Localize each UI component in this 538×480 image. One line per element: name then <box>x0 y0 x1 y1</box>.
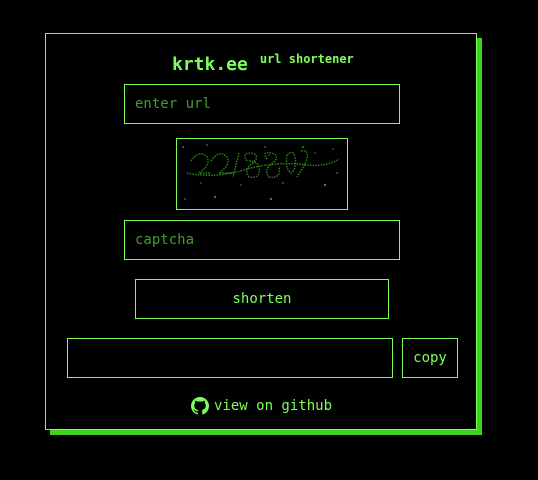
url-input[interactable] <box>124 84 400 124</box>
short-url-result[interactable] <box>67 338 393 378</box>
captcha-input[interactable] <box>124 220 400 260</box>
brand-title: krtk.ee <box>172 54 248 75</box>
brand-tagline: url shortener <box>259 52 354 66</box>
captcha-image <box>176 138 348 210</box>
github-icon <box>191 397 209 415</box>
github-link[interactable]: view on github <box>191 396 332 416</box>
copy-button[interactable]: copy <box>402 338 458 378</box>
captcha-graphic <box>182 144 340 201</box>
shortener-card: krtk.ee url shortener enter url captcha … <box>45 33 477 430</box>
shorten-button[interactable]: shorten <box>135 279 389 319</box>
header: krtk.ee url shortener <box>172 50 354 80</box>
github-link-label: view on github <box>214 398 333 414</box>
